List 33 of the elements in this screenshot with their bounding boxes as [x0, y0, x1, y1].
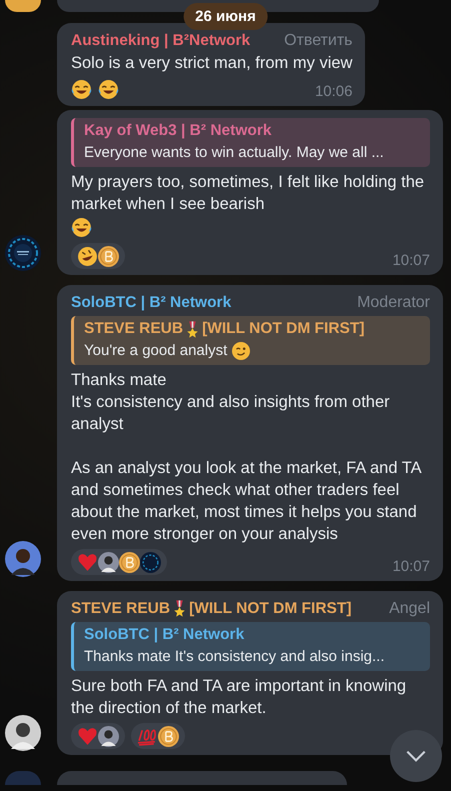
sender-role: Ответить [284, 31, 352, 51]
message-text: Sure both FA and TA are important in knowing the direction of the market. [71, 676, 408, 719]
quoted-text: Thanks mate It's consistency and also insig... [84, 647, 385, 667]
quoted-sender: SoloBTC | B² Network [84, 625, 244, 645]
reaction-chip[interactable] [131, 723, 185, 749]
reaction-chip[interactable] [71, 723, 125, 749]
message-time: 10:07 [392, 559, 430, 575]
quoted-text: You're a good analyst [84, 341, 228, 361]
message-time: 10:07 [392, 253, 430, 269]
sender-name[interactable]: STEVE REUB [71, 597, 170, 620]
message-text: Thanks mate It's consistency and also insights from other analyst As an analyst you look at the market, FA and TA and sometimes check what other traders feel about the market, most times it helps you stand even more stronger on your analysis [71, 370, 422, 545]
sender-role: Angel [389, 599, 430, 619]
avatar [5, 0, 41, 12]
avatar[interactable] [5, 715, 41, 751]
quoted-text: Everyone wants to win actually. May we all ... [84, 143, 384, 163]
date-badge: 26 июня [183, 3, 268, 30]
reply-quote[interactable]: STEVE REUB [WILL NOT DM FIRST] You're a good analyst [71, 316, 430, 365]
reply-quote[interactable]: Kay of Web3 | B² Network Everyone wants to win actually. May we all ... [71, 118, 430, 167]
reply-quote[interactable]: SoloBTC | B² Network Thanks mate It's consistency and also insig... [71, 622, 430, 671]
message-time: 10:06 [314, 84, 352, 100]
message-text: Solo is a very strict man, from my view [71, 53, 352, 74]
sender-role: Moderator [357, 293, 430, 313]
quoted-sender-tag: [WILL NOT DM FIRST] [202, 318, 364, 340]
sender-name[interactable]: Austineking | B²Network [71, 29, 250, 52]
sender-name[interactable]: SoloBTC | B² Network [71, 291, 232, 314]
avatar [5, 771, 41, 785]
reaction-chip[interactable] [71, 243, 125, 269]
avatar[interactable] [5, 235, 41, 271]
reaction-chip[interactable] [71, 549, 167, 575]
sender-tag: [WILL NOT DM FIRST] [189, 597, 352, 620]
quoted-sender: STEVE REUB [84, 319, 184, 339]
message-text: My prayers too, sometimes, I felt like holding the market when I see bearish [71, 172, 426, 215]
quoted-sender: Kay of Web3 | B² Network [84, 121, 272, 141]
